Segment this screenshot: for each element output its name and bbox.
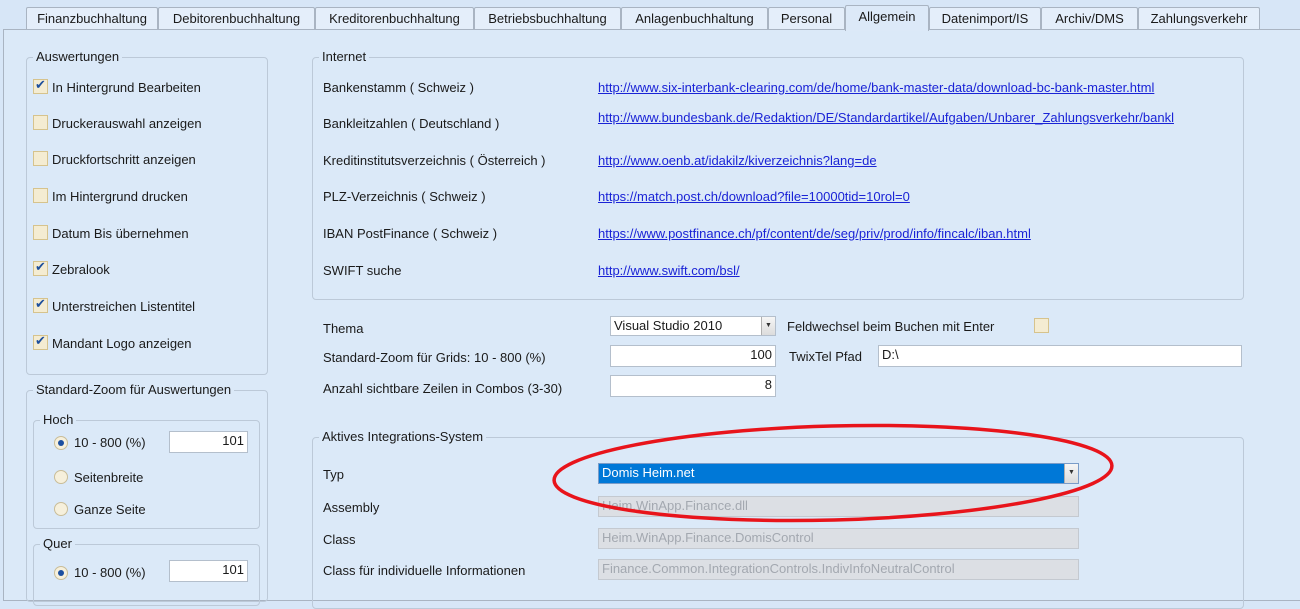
hoch-radio-percent[interactable] (54, 436, 68, 450)
internet-link[interactable]: http://www.swift.com/bsl/ (598, 263, 740, 278)
hoch-radio-ganze-seite[interactable] (54, 502, 68, 516)
checkbox-label: In Hintergrund Bearbeiten (52, 80, 201, 95)
tab-personal[interactable]: Personal (768, 7, 845, 29)
feldwechsel-checkbox[interactable] (1034, 318, 1049, 333)
checkbox-label: Druckerauswahl anzeigen (52, 116, 202, 131)
checkbox-5[interactable] (33, 259, 48, 276)
quer-radio-percent-label: 10 - 800 (%) (74, 565, 146, 580)
internet-link[interactable]: http://www.bundesbank.de/Redaktion/DE/St… (598, 110, 1174, 125)
internet-link[interactable]: https://match.post.ch/download?file=1000… (598, 189, 910, 204)
checkbox-label: Datum Bis übernehmen (52, 226, 189, 241)
class-input: Heim.WinApp.Finance.DomisControl (598, 528, 1079, 549)
zoom-title: Standard-Zoom für Auswertungen (33, 382, 235, 397)
hoch-radio-ganze-seite-label: Ganze Seite (74, 502, 146, 517)
hoch-radio-percent-label: 10 - 800 (%) (74, 435, 146, 450)
typ-label: Typ (323, 467, 344, 482)
tab-archiv-dms[interactable]: Archiv/DMS (1041, 7, 1138, 29)
tab-betriebsbuchhaltung[interactable]: Betriebsbuchhaltung (474, 7, 621, 29)
typ-value: Domis Heim.net (602, 465, 695, 480)
hoch-radio-seitenbreite[interactable] (54, 470, 68, 484)
class-label: Class (323, 532, 356, 547)
chevron-down-icon[interactable]: ▼ (761, 317, 775, 335)
tab-zahlungsverkehr[interactable]: Zahlungsverkehr (1138, 7, 1260, 29)
checkbox-label: Unterstreichen Listentitel (52, 299, 196, 314)
tab-bar: Finanzbuchhaltung Debitorenbuchhaltung K… (0, 0, 1300, 31)
internet-link[interactable]: http://www.oenb.at/idakilz/kiverzeichnis… (598, 153, 877, 168)
integration-title: Aktives Integrations-System (319, 429, 487, 444)
twixtel-path-input[interactable]: D:\ (878, 345, 1242, 367)
assembly-label: Assembly (323, 500, 380, 515)
thema-label: Thema (323, 321, 364, 336)
checkbox-3[interactable] (33, 188, 48, 203)
tab-kreditorenbuchhaltung[interactable]: Kreditorenbuchhaltung (315, 7, 474, 29)
grid-zoom-label: Standard-Zoom für Grids: 10 - 800 (%) (323, 350, 546, 365)
checkbox-label: Mandant Logo anzeigen (52, 336, 192, 351)
checkbox-0[interactable] (33, 77, 48, 94)
checkbox-2[interactable] (33, 151, 48, 166)
internet-row-label: IBAN PostFinance ( Schweiz ) (323, 226, 498, 241)
checkbox-7[interactable] (33, 333, 48, 350)
twixtel-label: TwixTel Pfad (789, 349, 862, 364)
tab-anlagenbuchhaltung[interactable]: Anlagenbuchhaltung (621, 7, 768, 29)
internet-link[interactable]: https://www.postfinance.ch/pf/content/de… (598, 226, 1031, 241)
quer-zoom-input[interactable]: 101 (169, 560, 248, 582)
quer-radio-percent[interactable] (54, 566, 68, 580)
auswertungen-group: Auswertungen (26, 49, 268, 375)
tab-finanzbuchhaltung[interactable]: Finanzbuchhaltung (26, 7, 158, 29)
tab-debitorenbuchhaltung[interactable]: Debitorenbuchhaltung (158, 7, 315, 29)
tab-allgemein[interactable]: Allgemein (845, 5, 929, 31)
checkbox-label: Im Hintergrund drucken (52, 189, 188, 204)
thema-value: Visual Studio 2010 (614, 318, 723, 333)
checkbox-6[interactable] (33, 296, 48, 313)
thema-select[interactable]: Visual Studio 2010 ▼ (610, 316, 776, 336)
feldwechsel-label: Feldwechsel beim Buchen mit Enter (787, 319, 995, 334)
hoch-radio-seitenbreite-label: Seitenbreite (74, 470, 144, 485)
internet-row-label: Bankenstamm ( Schweiz ) (323, 80, 474, 95)
quer-title: Quer (40, 536, 75, 551)
combo-rows-input[interactable]: 8 (610, 375, 776, 397)
tab-datenimport[interactable]: Datenimport/IS (929, 7, 1041, 29)
checkbox-4[interactable] (33, 225, 48, 240)
assembly-input: Heim.WinApp.Finance.dll (598, 496, 1079, 517)
internet-row-label: Bankleitzahlen ( Deutschland ) (323, 116, 500, 131)
auswertungen-title: Auswertungen (33, 49, 123, 64)
indiv-class-input: Finance.Common.IntegrationControls.Indiv… (598, 559, 1079, 580)
hoch-title: Hoch (40, 412, 77, 427)
hoch-zoom-input[interactable]: 101 (169, 431, 248, 453)
checkbox-label: Zebralook (52, 262, 110, 277)
chevron-down-icon[interactable]: ▼ (1064, 464, 1078, 483)
combo-rows-label: Anzahl sichtbare Zeilen in Combos (3-30) (323, 381, 563, 396)
internet-row-label: SWIFT suche (323, 263, 402, 278)
indiv-class-label: Class für individuelle Informationen (323, 563, 526, 578)
internet-row-label: Kreditinstitutsverzeichnis ( Österreich … (323, 153, 546, 168)
grid-zoom-input[interactable]: 100 (610, 345, 776, 367)
internet-row-label: PLZ-Verzeichnis ( Schweiz ) (323, 189, 486, 204)
checkbox-1[interactable] (33, 115, 48, 130)
checkbox-label: Druckfortschritt anzeigen (52, 152, 196, 167)
internet-title: Internet (319, 49, 370, 64)
internet-link[interactable]: http://www.six-interbank-clearing.com/de… (598, 80, 1154, 95)
typ-select[interactable]: Domis Heim.net ▼ (598, 463, 1079, 484)
